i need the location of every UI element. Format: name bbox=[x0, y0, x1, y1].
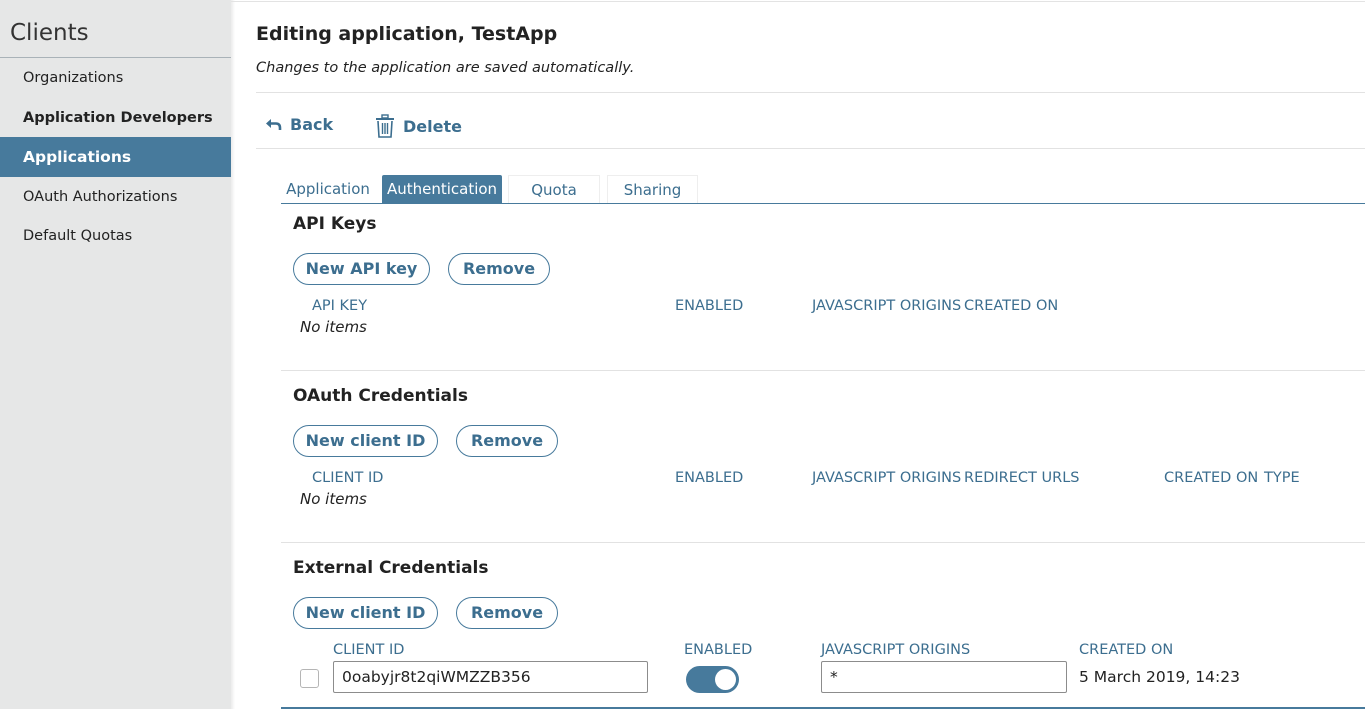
remove-external-button[interactable]: Remove bbox=[456, 597, 558, 629]
remove-api-key-button[interactable]: Remove bbox=[448, 253, 550, 285]
toolbar-divider bbox=[256, 148, 1365, 149]
col-created-on[interactable]: CREATED ON bbox=[1164, 470, 1258, 486]
external-credentials-title: External Credentials bbox=[293, 558, 489, 578]
sidebar-item-application-developers[interactable]: Application Developers bbox=[0, 98, 231, 138]
sidebar-title: Clients bbox=[10, 20, 89, 46]
delete-button[interactable]: Delete bbox=[375, 113, 462, 139]
col-enabled[interactable]: ENABLED bbox=[684, 642, 752, 658]
delete-label: Delete bbox=[403, 116, 462, 136]
new-external-client-id-button[interactable]: New client ID bbox=[293, 597, 438, 629]
tab-application[interactable]: Application bbox=[281, 175, 375, 203]
sidebar-item-default-quotas[interactable]: Default Quotas bbox=[0, 216, 231, 256]
col-api-key[interactable]: API KEY bbox=[312, 298, 367, 314]
trash-icon bbox=[375, 114, 395, 138]
remove-oauth-button[interactable]: Remove bbox=[456, 425, 558, 457]
new-api-key-button[interactable]: New API key bbox=[293, 253, 430, 285]
sidebar-item-oauth-authorizations[interactable]: OAuth Authorizations bbox=[0, 177, 231, 217]
sidebar-item-organizations[interactable]: Organizations bbox=[0, 58, 231, 98]
page-title: Editing application, TestApp bbox=[256, 23, 558, 45]
section-divider bbox=[281, 542, 1365, 543]
oauth-empty-text: No items bbox=[300, 490, 367, 508]
col-javascript-origins[interactable]: JAVASCRIPT ORIGINS bbox=[812, 298, 961, 314]
col-javascript-origins[interactable]: JAVASCRIPT ORIGINS bbox=[821, 642, 970, 658]
page-subtitle: Changes to the application are saved aut… bbox=[256, 60, 635, 76]
back-arrow-icon bbox=[265, 118, 282, 131]
col-client-id[interactable]: CLIENT ID bbox=[333, 642, 404, 658]
col-enabled[interactable]: ENABLED bbox=[675, 470, 743, 486]
back-button[interactable]: Back bbox=[265, 111, 333, 137]
col-created-on[interactable]: CREATED ON bbox=[964, 298, 1058, 314]
toggle-knob bbox=[715, 669, 736, 690]
oauth-credentials-title: OAuth Credentials bbox=[293, 386, 468, 406]
sidebar: Clients Organizations Application Develo… bbox=[0, 0, 231, 709]
col-created-on[interactable]: CREATED ON bbox=[1079, 642, 1173, 658]
api-keys-empty-text: No items bbox=[300, 318, 367, 336]
row-select-checkbox[interactable] bbox=[300, 669, 319, 688]
javascript-origins-field[interactable]: * bbox=[821, 661, 1067, 693]
created-on-value: 5 March 2019, 14:23 bbox=[1079, 668, 1240, 686]
header-divider bbox=[256, 92, 1365, 93]
client-id-field[interactable]: 0oabyjr8t2qiWMZZB356 bbox=[333, 661, 648, 693]
section-divider bbox=[281, 370, 1365, 371]
tab-quota[interactable]: Quota bbox=[508, 175, 600, 203]
col-enabled[interactable]: ENABLED bbox=[675, 298, 743, 314]
col-javascript-origins[interactable]: JAVASCRIPT ORIGINS bbox=[812, 470, 961, 486]
enabled-toggle[interactable] bbox=[686, 666, 739, 693]
new-oauth-client-id-button[interactable]: New client ID bbox=[293, 425, 438, 457]
col-type[interactable]: TYPE bbox=[1264, 470, 1300, 486]
top-divider bbox=[231, 1, 1365, 2]
tab-authentication[interactable]: Authentication bbox=[382, 175, 502, 203]
tabs-underline bbox=[281, 203, 1365, 204]
back-label: Back bbox=[290, 114, 334, 134]
col-client-id[interactable]: CLIENT ID bbox=[312, 470, 383, 486]
main-content: Editing application, TestApp Changes to … bbox=[231, 0, 1365, 709]
api-keys-title: API Keys bbox=[293, 214, 377, 234]
col-redirect-urls[interactable]: REDIRECT URLS bbox=[964, 470, 1079, 486]
sidebar-item-applications[interactable]: Applications bbox=[0, 137, 231, 177]
tab-sharing[interactable]: Sharing bbox=[607, 175, 698, 203]
